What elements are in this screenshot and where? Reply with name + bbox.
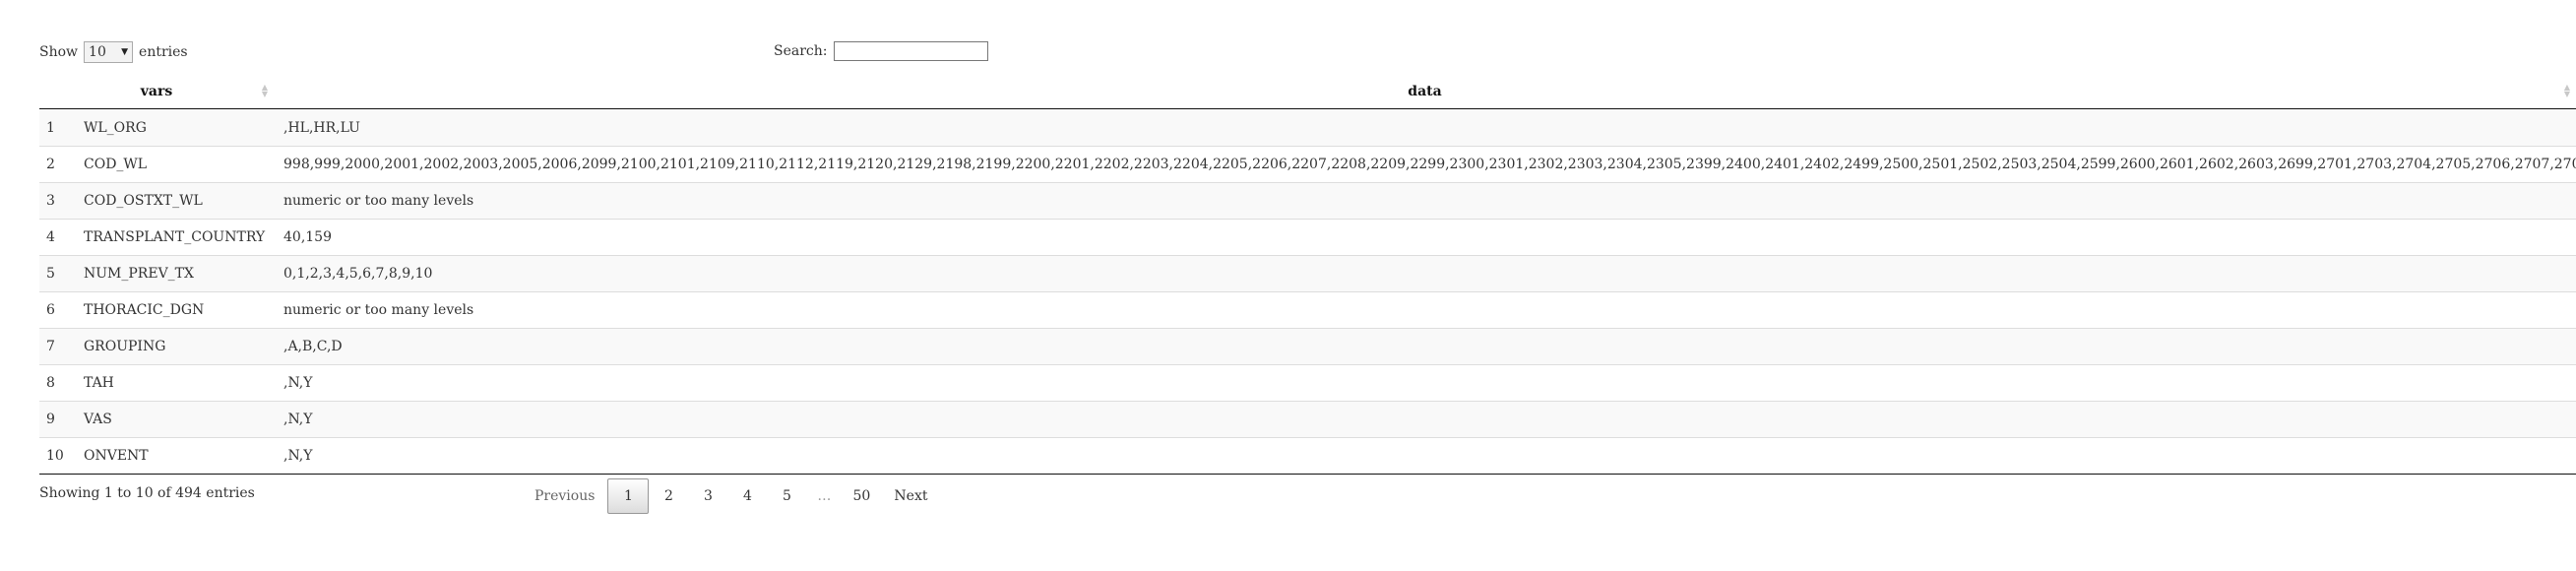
page-button[interactable]: 2 [649,478,688,514]
row-number: 8 [46,375,55,391]
var-name: THORACIC_DGN [84,302,205,318]
page-button[interactable]: 5 [767,478,806,514]
page-button-current[interactable]: 1 [607,478,650,514]
row-number: 2 [46,157,55,172]
var-name: WL_ORG [84,119,147,136]
var-name: TAH [84,375,114,391]
var-data: ,A,B,C,D [283,339,343,354]
row-number: 9 [46,412,55,427]
entries-label: entries [139,44,188,60]
var-data: ,N,Y [283,412,313,427]
datatable-page: Show 10 ▼ entries Search: vars ▲ ▼ data ▲… [0,0,2576,571]
table-row: 7 GROUPING ,A,B,C,D [39,328,2576,364]
previous-button[interactable]: Previous [522,478,607,514]
column-header-label: data [1408,84,1442,99]
table-controls: Show 10 ▼ entries Search: [39,41,2576,65]
var-data: ,N,Y [283,375,313,391]
show-label: Show [39,44,79,60]
column-header-data[interactable]: data ▲ ▼ [274,75,2576,108]
row-number: 6 [46,302,55,318]
row-number: 3 [46,193,55,209]
row-number: 10 [46,448,64,464]
var-name: VAS [84,412,112,427]
var-name: COD_OSTXT_WL [84,193,203,209]
table-row: 5 NUM_PREV_TX 0,1,2,3,4,5,6,7,8,9,10 [39,255,2576,291]
var-name: NUM_PREV_TX [84,266,194,282]
row-number: 7 [46,339,55,354]
var-name: TRANSPLANT_COUNTRY [84,229,266,245]
table-row: 4 TRANSPLANT_COUNTRY 40,159 [39,219,2576,255]
table-bottom-border [39,474,2576,475]
table-row: 1 WL_ORG ,HL,HR,LU [39,109,2576,146]
page-button-last[interactable]: 50 [842,478,881,514]
var-name: ONVENT [84,448,149,464]
pagination-ellipsis: … [817,488,832,504]
var-data: ,HL,HR,LU [283,119,360,136]
next-button[interactable]: Next [881,478,940,514]
table-info: Showing 1 to 10 of 494 entries [39,485,255,501]
row-number: 4 [46,229,55,245]
table-row: 3 COD_OSTXT_WL numeric or too many level… [39,182,2576,219]
var-data: ,N,Y [283,448,313,464]
row-number: 1 [46,119,55,136]
table-row: 8 TAH ,N,Y [39,364,2576,401]
sort-icon: ▲ ▼ [261,82,268,98]
row-number: 5 [46,266,55,282]
var-name: GROUPING [84,339,166,354]
sort-icon: ▲ ▼ [2563,82,2570,98]
table-row: 2 COD_WL 998,999,2000,2001,2002,2003,200… [39,146,2576,182]
var-data: numeric or too many levels [283,193,474,209]
column-header-label: vars [140,84,173,99]
search-label: Search: [774,43,828,59]
chevron-down-icon: ▼ [121,47,129,57]
search-control: Search: [774,41,988,61]
pagination: Previous 1 2 3 4 5 … 50 Next [522,477,940,515]
var-data: 998,999,2000,2001,2002,2003,2005,2006,20… [283,157,2576,172]
table-body: 1 WL_ORG ,HL,HR,LU 2 COD_WL 998,999,2000… [39,109,2576,474]
page-button[interactable]: 3 [688,478,727,514]
table-row: 6 THORACIC_DGN numeric or too many level… [39,291,2576,328]
table-row: 10 ONVENT ,N,Y [39,437,2576,474]
table-row: 9 VAS ,N,Y [39,401,2576,437]
table-header: vars ▲ ▼ data ▲ ▼ [39,75,2576,109]
var-data: numeric or too many levels [283,302,474,318]
var-data: 0,1,2,3,4,5,6,7,8,9,10 [283,266,433,282]
column-header-vars[interactable]: vars ▲ ▼ [39,75,274,108]
search-input[interactable] [833,41,988,61]
var-data: 40,159 [283,229,332,245]
page-button[interactable]: 4 [727,478,767,514]
data-table: vars ▲ ▼ data ▲ ▼ 1 WL_ORG ,HL,HR,LU 2 COD… [39,75,2576,475]
entries-length-control: Show 10 ▼ entries [39,41,188,63]
entries-select-value: 10 [89,44,106,60]
entries-select[interactable]: 10 ▼ [84,41,134,63]
var-name: COD_WL [84,157,148,172]
